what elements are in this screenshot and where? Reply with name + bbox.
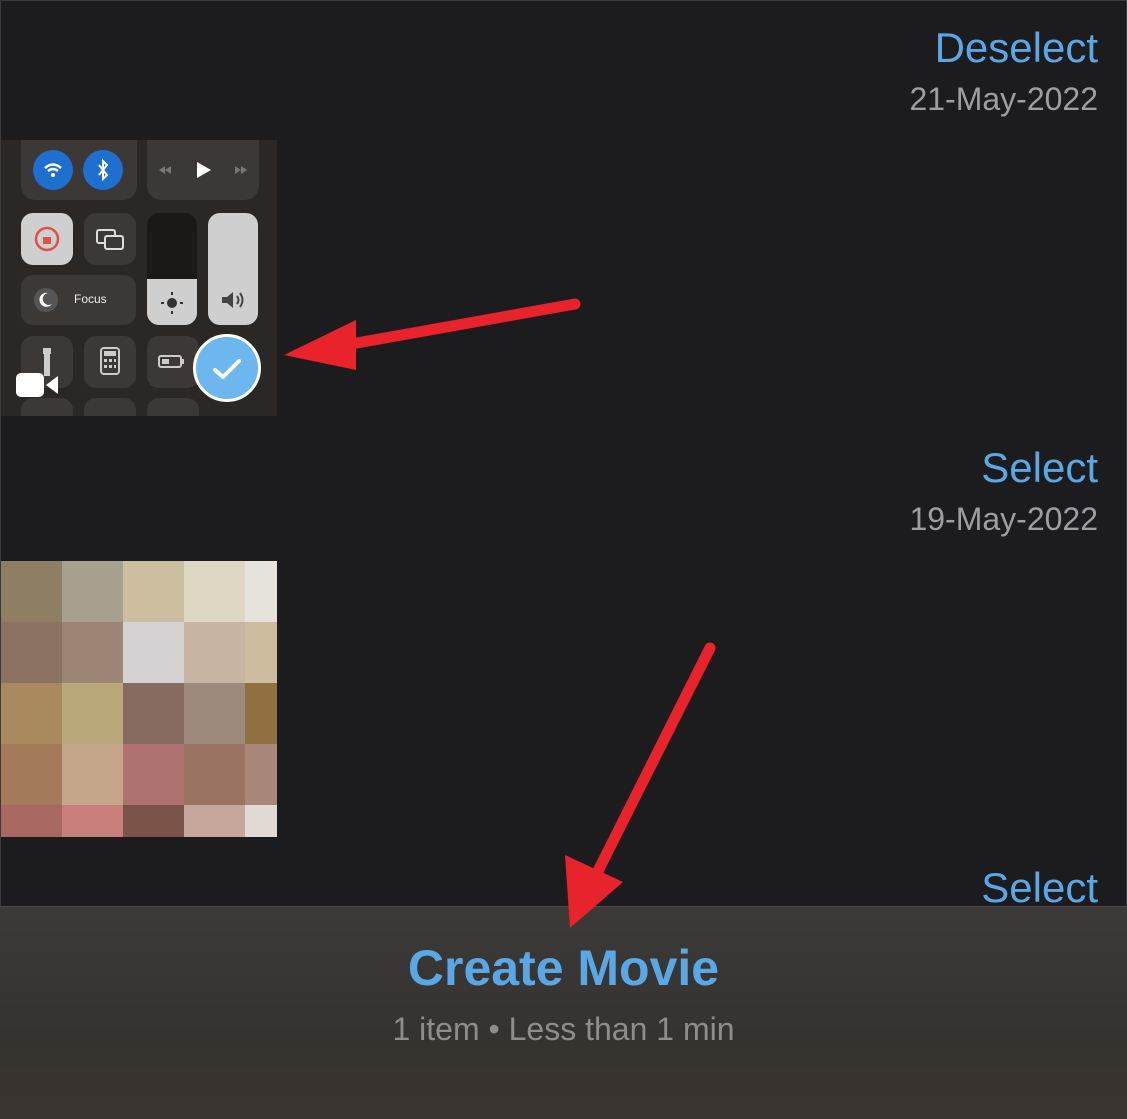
pixel-block [123, 744, 184, 805]
pixel-block [123, 561, 184, 622]
volume-slider [208, 213, 258, 325]
deselect-button[interactable]: Deselect [935, 24, 1098, 72]
select-button[interactable]: Select [981, 864, 1098, 912]
pixel-block [123, 622, 184, 683]
pixel-block [184, 683, 245, 744]
calculator-icon [84, 336, 136, 388]
checkmark-icon [213, 359, 241, 379]
focus-tile: Focus [21, 275, 136, 325]
create-movie-button[interactable]: Create Movie [0, 938, 1127, 998]
select-button[interactable]: Select [981, 444, 1098, 492]
pixel-block [245, 744, 277, 805]
pixel-block [62, 683, 123, 744]
pixel-block [184, 805, 245, 837]
moon-icon [34, 288, 58, 312]
pixel-block [184, 561, 245, 622]
video-camera-icon [16, 373, 58, 397]
pixel-block [245, 805, 277, 837]
pixel-block [184, 622, 245, 683]
brightness-icon [161, 292, 183, 314]
screen-mirroring-icon [84, 213, 136, 265]
bluetooth-icon [83, 150, 123, 190]
selection-summary: 1 item • Less than 1 min [392, 1011, 735, 1047]
pixel-block [1, 744, 62, 805]
pixel-block [1, 561, 62, 622]
pixel-block [123, 805, 184, 837]
pixel-block [245, 683, 277, 744]
photo-thumbnail-pixelated[interactable] [1, 561, 277, 837]
extra-tile [84, 398, 136, 416]
pixel-block [1, 805, 62, 837]
rotation-lock-icon [21, 213, 73, 265]
extra-tile [21, 398, 73, 416]
extra-tile [147, 398, 199, 416]
pixel-block [62, 805, 123, 837]
pixel-block [184, 744, 245, 805]
media-tile [147, 140, 259, 200]
wifi-icon [33, 150, 73, 190]
pixel-block [62, 744, 123, 805]
pixel-block [245, 622, 277, 683]
pixel-block [1, 683, 62, 744]
section-date: 21-May-2022 [909, 81, 1098, 117]
pixel-block [123, 683, 184, 744]
brightness-slider [147, 213, 197, 325]
selected-checkmark[interactable] [193, 334, 261, 402]
section-date: 19-May-2022 [909, 501, 1098, 537]
pixel-block [62, 622, 123, 683]
pixel-block [62, 561, 123, 622]
play-icon [159, 162, 247, 178]
speaker-icon [222, 292, 244, 308]
pixel-block [245, 561, 277, 622]
pixel-block [1, 622, 62, 683]
battery-icon [147, 336, 199, 388]
focus-label: Focus [74, 292, 107, 306]
